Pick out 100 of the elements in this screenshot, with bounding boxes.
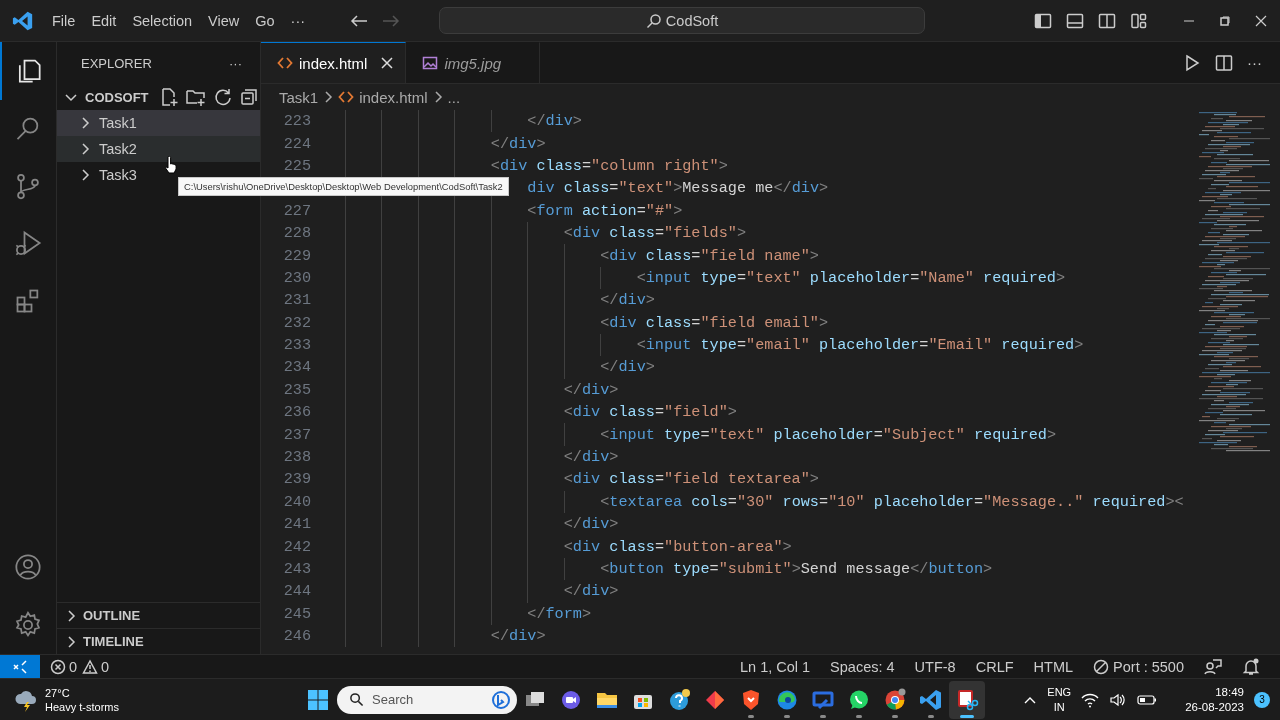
tooltip: C:\Users\rishu\OneDrive\Desktop\Desktop\Web Development\CodSoft\Task2 — [178, 177, 509, 196]
collapse-icon[interactable] — [238, 87, 259, 107]
line-number: 236 — [283, 403, 311, 422]
logo-icon[interactable] — [12, 9, 34, 32]
volume-icon[interactable] — [1109, 691, 1128, 708]
code-line: </div> — [563, 582, 619, 601]
code-brackets-icon — [277, 55, 293, 71]
line-number: 240 — [283, 492, 311, 511]
search-field[interactable]: Search — [337, 685, 517, 714]
region-indicator[interactable]: IN — [1053, 699, 1065, 715]
run-debug-icon[interactable] — [14, 229, 42, 258]
menu-item[interactable]: Edit — [83, 9, 125, 32]
code-line: </div> — [563, 448, 619, 467]
section-header[interactable]: OUTLINE — [57, 602, 260, 628]
hand-cursor-icon — [164, 156, 178, 174]
menu-item[interactable]: Go — [247, 9, 283, 32]
code-line: </div> — [490, 134, 546, 153]
code-line: <input type="text" placeholder="Subject" required> — [600, 425, 1056, 444]
wifi-icon[interactable] — [1081, 691, 1100, 708]
menu-item[interactable]: ··· — [282, 9, 314, 32]
taskbar-button[interactable] — [949, 680, 985, 719]
more-button[interactable]: ··· — [1247, 54, 1262, 71]
code-line: <div class="field"> — [563, 403, 737, 422]
warning-icon[interactable] — [82, 658, 99, 675]
command-center[interactable]: CodSoft — [439, 7, 926, 34]
notification-badge[interactable]: 3 — [1254, 691, 1270, 708]
error-icon[interactable] — [50, 658, 66, 675]
line-number: 228 — [283, 224, 311, 243]
close-icon[interactable] — [379, 55, 396, 71]
line-number: 233 — [283, 336, 311, 355]
close-icon[interactable] — [1254, 13, 1268, 28]
line-number: 238 — [283, 448, 311, 467]
panel-title: EXPLORER — [81, 55, 153, 71]
status-item[interactable]: CRLF — [975, 658, 1014, 675]
sidebar-toggle-icon[interactable] — [1034, 11, 1052, 30]
line-number: 229 — [283, 246, 311, 265]
menu-item[interactable]: File — [44, 9, 84, 32]
line-number: 243 — [283, 560, 311, 578]
code-line: <textarea cols="30" rows="10" placeholder="Message.." required>< — [600, 492, 1184, 511]
line-number: 241 — [283, 515, 311, 534]
line-number: 246 — [283, 627, 311, 646]
status-item[interactable]: UTF-8 — [914, 658, 956, 675]
language-indicator[interactable]: ENG — [1047, 684, 1072, 700]
error-count[interactable]: 0 — [69, 658, 78, 675]
breadcrumb[interactable]: index.html — [338, 88, 428, 106]
feedback-icon[interactable] — [1204, 657, 1222, 676]
new-folder-icon[interactable] — [184, 87, 207, 107]
line-number: 242 — [283, 537, 311, 556]
restore-icon[interactable] — [1218, 13, 1232, 28]
line-number: 224 — [283, 134, 311, 153]
status-item[interactable]: Ln 1, Col 1 — [739, 658, 811, 675]
tree-item[interactable]: Task1 — [57, 110, 260, 136]
panel-toggle-icon[interactable] — [1066, 11, 1084, 30]
search-input[interactable]: Search — [370, 691, 485, 708]
code-line: </div> — [563, 515, 619, 534]
breadcrumb[interactable]: Task1 — [279, 88, 319, 106]
clock-time[interactable]: 18:49 — [1215, 684, 1244, 700]
bell-icon[interactable] — [1242, 657, 1260, 676]
status-item[interactable]: Spaces: 4 — [830, 658, 895, 675]
layout-grid-icon[interactable] — [1130, 11, 1148, 30]
line-number: 234 — [283, 358, 311, 377]
line-number: 244 — [283, 582, 311, 601]
clock-date[interactable]: 26-08-2023 — [1185, 699, 1244, 715]
status-item[interactable]: Port : 5500 — [1093, 658, 1184, 675]
line-number: 225 — [283, 156, 311, 175]
line-number: 235 — [283, 380, 311, 399]
split-editor-icon[interactable] — [1215, 53, 1233, 72]
branch-icon[interactable] — [14, 171, 42, 200]
tree-item[interactable]: Task2 — [57, 136, 260, 162]
code-line: <div class="field textarea"> — [563, 470, 819, 489]
temperature: 27°C — [45, 685, 71, 700]
code-line: </div> — [563, 380, 619, 399]
account-icon[interactable] — [14, 553, 42, 581]
code-line: <div class="field email"> — [600, 313, 829, 332]
code-line: </div> — [490, 627, 546, 646]
start-icon[interactable] — [307, 688, 329, 711]
code-line: div class="text">Message me</div> — [527, 179, 829, 198]
line-number: 231 — [283, 291, 311, 310]
code-line: <div class="field name"> — [600, 246, 819, 265]
warning-count[interactable]: 0 — [101, 658, 110, 675]
image-icon — [422, 55, 439, 71]
run-icon[interactable] — [1183, 53, 1201, 72]
editor-tab[interactable]: index.html — [261, 42, 407, 83]
browser-icon — [883, 687, 907, 712]
menu-item[interactable]: View — [200, 9, 248, 32]
breadcrumb[interactable]: ... — [447, 88, 461, 106]
line-number: 232 — [283, 313, 311, 332]
code-line: <div class="button-area"> — [563, 537, 792, 556]
code-line: <form action="#"> — [527, 201, 683, 220]
menu-item[interactable]: Selection — [124, 9, 201, 32]
circle-logo-icon[interactable] — [491, 689, 511, 710]
code-line: <input type="text" placeholder="Name" required> — [636, 268, 1066, 287]
split-layout-icon[interactable] — [1098, 11, 1116, 30]
more-button[interactable]: ··· — [229, 55, 242, 71]
remote-icon — [12, 658, 28, 675]
refresh-icon[interactable] — [212, 87, 233, 107]
status-item[interactable]: HTML — [1033, 658, 1074, 675]
code-brackets-icon — [338, 89, 355, 105]
settings-icon[interactable] — [14, 611, 42, 639]
folder-name[interactable]: CODSOFT — [85, 89, 149, 105]
